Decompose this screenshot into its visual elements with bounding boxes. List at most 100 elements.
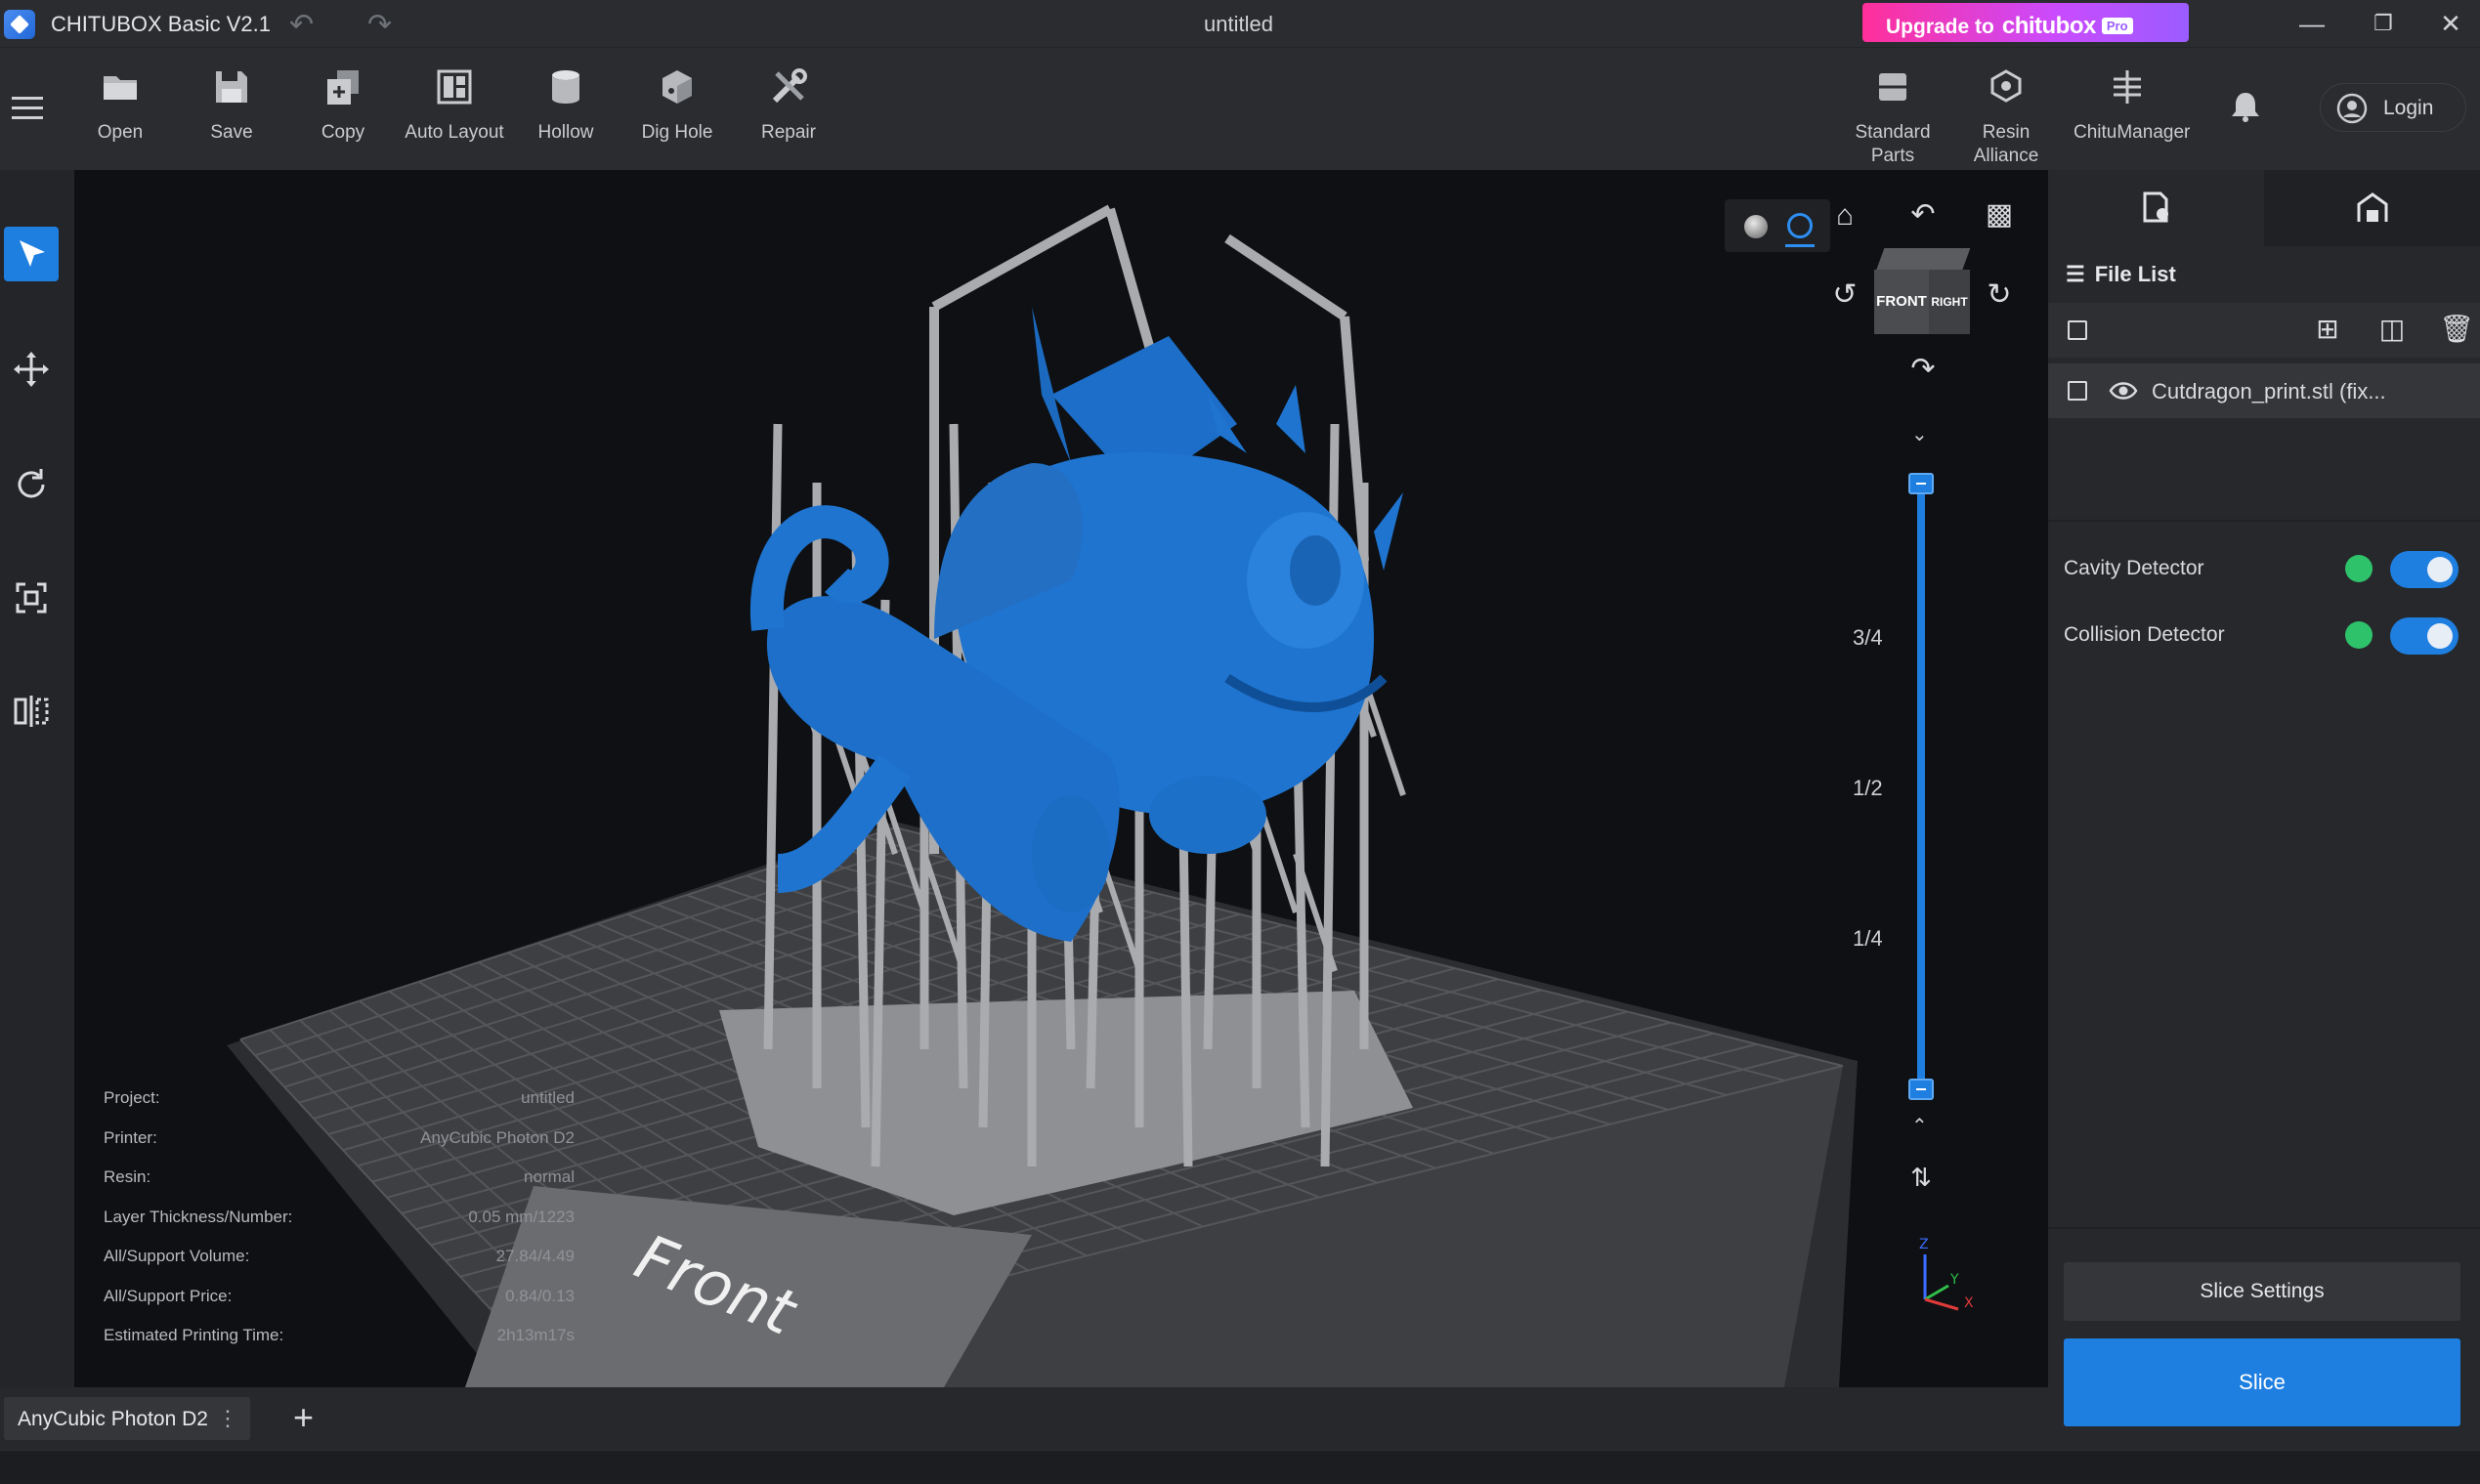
- auto-layout-label: Auto Layout: [405, 122, 504, 143]
- repair-icon: [772, 68, 807, 104]
- right-panel: ☰ File List ⊞ ◫ 🗑 Cutdragon_print.stl (fi…: [2048, 170, 2480, 1450]
- undo-icon[interactable]: ↶: [289, 8, 314, 42]
- rotate-view-left-icon[interactable]: ↶: [1903, 197, 1943, 232]
- add-file-icon[interactable]: ⊞: [2308, 313, 2347, 345]
- app-logo-icon: [4, 10, 35, 39]
- redo-icon[interactable]: ↷: [367, 8, 392, 42]
- file-list-item[interactable]: Cutdragon_print.stl (fix...: [2048, 363, 2480, 418]
- upgrade-button[interactable]: Upgrade to chitubox Pro: [1862, 3, 2189, 42]
- notification-bell-icon[interactable]: [2228, 89, 2263, 124]
- slice-settings-button[interactable]: Slice Settings: [2064, 1262, 2460, 1321]
- minimize-button[interactable]: —: [2292, 6, 2331, 41]
- view-cube-right[interactable]: RIGHT: [1929, 270, 1970, 334]
- axis-y-label: Y: [1949, 1272, 1959, 1288]
- view-cube[interactable]: FRONT RIGHT: [1874, 248, 1972, 342]
- mirror-tool[interactable]: [4, 684, 59, 739]
- solid-shading-icon[interactable]: [1744, 215, 1768, 238]
- open-button[interactable]: Open: [66, 67, 174, 145]
- chitumanager-icon: [2114, 70, 2141, 104]
- resin-alliance-button[interactable]: Resin Alliance: [1952, 67, 2060, 168]
- save-button[interactable]: Save: [178, 67, 285, 145]
- cavity-detector-toggle[interactable]: [2390, 551, 2459, 588]
- delete-icon[interactable]: 🗑: [2437, 313, 2476, 345]
- slice-button[interactable]: Slice: [2064, 1338, 2460, 1426]
- layer-slider-down-icon[interactable]: ⌃: [1911, 1114, 1928, 1138]
- hollow-button[interactable]: Hollow: [512, 67, 620, 145]
- left-toolbar: [0, 170, 74, 1387]
- orbit-down-icon[interactable]: ↷: [1903, 352, 1943, 386]
- menu-icon[interactable]: [12, 97, 43, 120]
- tab-file-settings[interactable]: [2048, 170, 2264, 246]
- printer-tab-bar: AnyCubic Photon D2 ⋮ +: [0, 1387, 2048, 1450]
- save-icon: [216, 71, 247, 103]
- xray-shading-icon[interactable]: [1787, 213, 1813, 238]
- repair-button[interactable]: Repair: [735, 67, 842, 145]
- status-ok-icon: [2345, 621, 2373, 649]
- more-options-icon[interactable]: ⋮: [217, 1406, 238, 1431]
- dig-hole-button[interactable]: Dig Hole: [623, 67, 731, 145]
- orbit-left-icon[interactable]: ↺: [1825, 277, 1864, 312]
- rotate-tool[interactable]: [4, 457, 59, 512]
- add-printer-tab-button[interactable]: +: [293, 1397, 314, 1438]
- slider-tick-quarter: 1/4: [1853, 926, 1883, 951]
- auto-layout-icon: [437, 69, 472, 105]
- info-row-price: All/Support Price: 0.84/0.13: [104, 1286, 575, 1305]
- layer-slider-bottom-handle[interactable]: [1908, 1079, 1934, 1100]
- collision-detector-label: Collision Detector: [2064, 623, 2225, 646]
- support-settings-icon: [2357, 192, 2387, 222]
- select-tool[interactable]: [4, 227, 59, 281]
- cavity-detector-row: Cavity Detector: [2048, 539, 2480, 598]
- info-row-resin: Resin: normal: [104, 1167, 575, 1186]
- standard-parts-label: Standard Parts: [1855, 122, 1931, 166]
- close-button[interactable]: ✕: [2431, 6, 2470, 41]
- dig-hole-label: Dig Hole: [641, 122, 713, 143]
- chitumanager-button[interactable]: ChituManager: [2074, 67, 2190, 145]
- repair-label: Repair: [761, 122, 816, 143]
- hollow-label: Hollow: [537, 122, 594, 143]
- info-row-printer: Printer: AnyCubic Photon D2: [104, 1127, 575, 1147]
- render-mode-toggle[interactable]: [1725, 199, 1830, 252]
- standard-parts-button[interactable]: Standard Parts: [1839, 67, 1946, 168]
- move-icon: [14, 352, 49, 387]
- restore-button[interactable]: ❐: [2364, 6, 2403, 41]
- user-icon: [2336, 93, 2368, 124]
- copy-label: Copy: [321, 122, 365, 143]
- axis-gizmo: Z Y X: [1919, 1237, 1974, 1311]
- scale-tool[interactable]: [4, 571, 59, 625]
- file-list-toolbar: ⊞ ◫ 🗑: [2048, 303, 2480, 358]
- orbit-right-icon[interactable]: ↻: [1980, 277, 2019, 312]
- file-checkbox[interactable]: [2068, 381, 2087, 401]
- auto-layout-button[interactable]: Auto Layout: [401, 67, 508, 145]
- slider-tick-three-quarters: 3/4: [1853, 625, 1883, 650]
- 3d-viewport[interactable]: Front ⌂ ↶ ▩ ↺ ↻ ↷ FRONT RIGHT ⌄ ⌃ 3/4 1/…: [74, 170, 2048, 1387]
- perspective-view-icon[interactable]: ▩: [1980, 197, 2019, 232]
- upgrade-brand: chitubox: [2001, 13, 2097, 39]
- copy-button[interactable]: Copy: [289, 67, 397, 145]
- upgrade-prefix: Upgrade to: [1886, 16, 1994, 38]
- printer-tab-label: AnyCubic Photon D2: [18, 1408, 208, 1430]
- info-row-time: Estimated Printing Time: 2h13m17s: [104, 1326, 575, 1344]
- login-button[interactable]: Login: [2320, 83, 2466, 132]
- layer-view-toggle-icon[interactable]: ⇅: [1902, 1163, 1941, 1193]
- home-view-icon[interactable]: ⌂: [1825, 199, 1864, 233]
- upgrade-pro-badge: Pro: [2101, 18, 2133, 34]
- main-toolbar: Open Save Copy Auto Layout Hollow Dig Ho…: [0, 47, 2480, 170]
- status-ok-icon: [2345, 555, 2373, 582]
- printer-tab[interactable]: AnyCubic Photon D2 ⋮: [4, 1397, 250, 1440]
- select-all-checkbox[interactable]: [2068, 320, 2087, 340]
- file-name: Cutdragon_print.stl (fix...: [2152, 379, 2386, 403]
- right-panel-tabs: [2048, 170, 2480, 246]
- eye-icon[interactable]: [2109, 380, 2138, 402]
- view-cube-front[interactable]: FRONT: [1874, 270, 1929, 334]
- mirror-icon: [14, 696, 49, 727]
- layer-slider-up-icon[interactable]: ⌄: [1911, 422, 1928, 446]
- tab-support-settings[interactable]: [2264, 170, 2480, 246]
- app-title: CHITUBOX Basic V2.1: [51, 12, 271, 36]
- layer-slider[interactable]: [1917, 485, 1925, 1092]
- move-tool[interactable]: [4, 342, 59, 397]
- collision-detector-toggle[interactable]: [2390, 617, 2459, 655]
- layer-slider-top-handle[interactable]: [1908, 473, 1934, 494]
- arrange-icon[interactable]: ◫: [2373, 313, 2412, 345]
- info-row-layer: Layer Thickness/Number: 0.05 mm/1223: [104, 1207, 575, 1226]
- login-label: Login: [2383, 97, 2434, 119]
